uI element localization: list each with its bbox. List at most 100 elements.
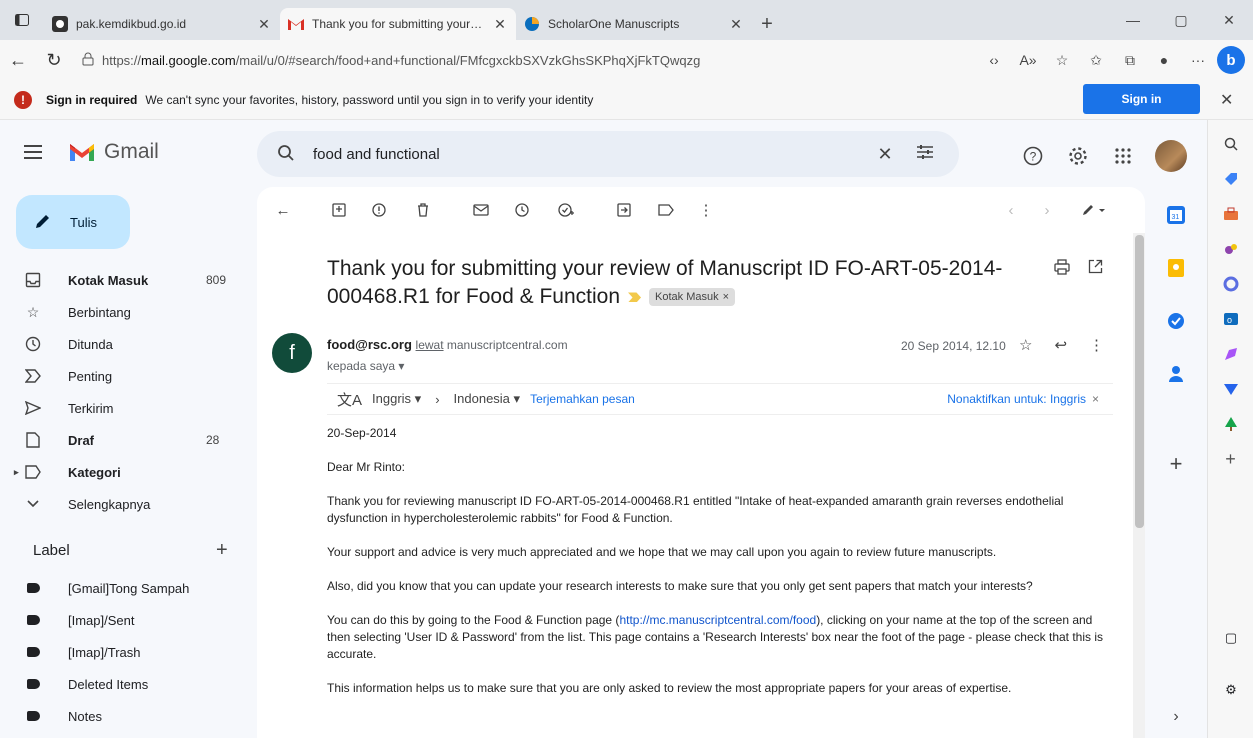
microsoft-365-icon[interactable] [1221,274,1241,294]
label-item[interactable]: Notes [0,700,250,732]
expand-arrow-icon[interactable]: ▸ [14,467,24,478]
search-bar[interactable]: food and functional ✕ [257,131,959,177]
contacts-icon[interactable] [1164,362,1188,386]
back-icon[interactable]: ← [0,44,36,76]
add-favorite-icon[interactable]: ☆ [1047,45,1077,75]
label-item[interactable]: [Imap]/Trash [0,636,250,668]
gmail-logo[interactable]: Gmail [68,140,159,164]
collections-icon[interactable]: ⧉ [1115,45,1145,75]
minimize-icon[interactable]: — [1109,0,1157,40]
newer-chevron-icon[interactable]: ‹ [1000,199,1022,221]
profile-icon[interactable]: ● [1149,45,1179,75]
search-input[interactable]: food and functional [313,146,865,163]
input-tools-icon[interactable] [1074,199,1114,221]
code-brackets-icon[interactable]: ‹› [979,45,1009,75]
source-language-select[interactable]: Inggris ▾ [372,391,421,407]
nav-item-drafts[interactable]: Draf 28 [0,424,250,456]
print-icon[interactable] [1054,259,1070,278]
nav-item-starred[interactable]: ☆ Berbintang [0,296,250,328]
via-link[interactable]: lewat [416,338,444,352]
search-options-icon[interactable] [905,144,945,165]
keep-icon[interactable] [1164,256,1188,280]
get-addons-icon[interactable]: + [1164,451,1188,476]
close-tab-icon[interactable]: ✕ [256,16,272,33]
url-field[interactable]: https://mail.google.com/mail/u/0/#search… [72,44,872,76]
favorites-icon[interactable]: ✩ [1081,45,1111,75]
close-translate-icon[interactable]: × [1092,392,1099,406]
games-icon[interactable] [1221,239,1241,259]
move-to-icon[interactable] [613,199,635,221]
archive-icon[interactable] [328,199,350,221]
turn-off-translate[interactable]: Nonaktifkan untuk: Inggris × [947,392,1113,406]
report-spam-icon[interactable] [368,199,390,221]
label-item[interactable]: Deleted Items [0,668,250,700]
recipients-toggle[interactable]: kepada saya ▾ [327,359,404,373]
outlook-icon[interactable]: o [1221,309,1241,329]
account-avatar[interactable] [1155,140,1187,172]
open-new-window-icon[interactable] [1088,259,1103,278]
send-icon[interactable] [1221,379,1241,399]
apps-grid-icon[interactable] [1110,143,1136,169]
star-message-icon[interactable]: ☆ [1019,336,1032,354]
more-menu-icon[interactable]: ··· [1183,45,1213,75]
more-options-icon[interactable]: ⋮ [695,199,717,221]
reply-icon[interactable]: ↩ [1054,336,1067,354]
nav-item-important[interactable]: Penting [0,360,250,392]
label-as-icon[interactable] [655,199,677,221]
inbox-label-chip[interactable]: Kotak Masuk × [649,288,736,307]
tasks-icon[interactable] [1164,309,1188,333]
sidebar-settings-icon[interactable]: ⚙ [1221,680,1241,700]
shopping-tag-icon[interactable] [1221,169,1241,189]
read-aloud-icon[interactable]: A» [1013,45,1043,75]
browser-tab-pak[interactable]: pak.kemdikbud.go.id ✕ [44,8,280,40]
tree-icon[interactable] [1221,414,1241,434]
calendar-icon[interactable]: 31 [1164,203,1188,227]
add-sidebar-app-icon[interactable]: + [1221,449,1241,469]
nav-item-sent[interactable]: Terkirim [0,392,250,424]
search-sidebar-icon[interactable] [1221,134,1241,154]
label-item[interactable]: [Imap]/Sent [0,604,250,636]
nav-item-more[interactable]: Selengkapnya [0,488,250,520]
create-label-button[interactable]: + [216,539,228,562]
bing-copilot-icon[interactable]: b [1217,46,1245,74]
scrollbar-thumb[interactable] [1135,235,1144,528]
important-marker-icon[interactable] [628,292,642,303]
message-more-icon[interactable]: ⋮ [1089,336,1104,354]
sign-in-button[interactable]: Sign in [1083,84,1200,114]
tools-briefcase-icon[interactable] [1221,204,1241,224]
close-window-icon[interactable]: ✕ [1205,0,1253,40]
browser-tab-scholarone[interactable]: ScholarOne Manuscripts ✕ [516,8,752,40]
clear-search-icon[interactable]: ✕ [865,144,905,165]
remove-label-icon[interactable]: × [723,290,729,304]
label-item[interactable]: [Gmail]Tong Sampah [0,572,250,604]
help-icon[interactable]: ? [1020,143,1046,169]
nav-item-snoozed[interactable]: Ditunda [0,328,250,360]
snooze-clock-icon[interactable] [511,199,533,221]
older-chevron-icon[interactable]: › [1036,199,1058,221]
sender-email[interactable]: food@rsc.org [327,337,412,352]
search-icon[interactable] [277,144,295,165]
nav-item-categories[interactable]: ▸ Kategori [0,456,250,488]
close-tab-icon[interactable]: ✕ [728,16,744,33]
add-task-icon[interactable] [555,199,577,221]
back-to-list-icon[interactable]: ← [272,199,294,221]
tab-actions-icon[interactable] [0,0,44,40]
delete-trash-icon[interactable] [412,199,434,221]
manuscript-central-link[interactable]: http://mc.manuscriptcentral.com/food [619,613,816,627]
refresh-icon[interactable]: ↻ [36,44,72,76]
sender-avatar[interactable]: f [272,333,312,373]
translate-message-link[interactable]: Terjemahkan pesan [530,392,635,406]
restore-icon[interactable]: ▢ [1157,0,1205,40]
hide-side-panel-icon[interactable]: › [1164,705,1188,729]
target-language-select[interactable]: Indonesia ▾ [454,391,521,407]
main-menu-icon[interactable] [24,145,42,159]
close-infobar-icon[interactable]: ✕ [1220,90,1233,110]
new-tab-button[interactable]: + [752,8,782,40]
settings-gear-icon[interactable] [1065,143,1091,169]
nav-item-inbox[interactable]: Kotak Masuk 809 [0,264,250,296]
page-info-icon[interactable] [82,52,94,69]
mark-unread-icon[interactable] [470,199,492,221]
compose-button[interactable]: Tulis [16,195,130,249]
sidebar-toggle-icon[interactable]: ▢ [1221,628,1241,648]
browser-tab-gmail[interactable]: Thank you for submitting your review of … [280,8,516,40]
